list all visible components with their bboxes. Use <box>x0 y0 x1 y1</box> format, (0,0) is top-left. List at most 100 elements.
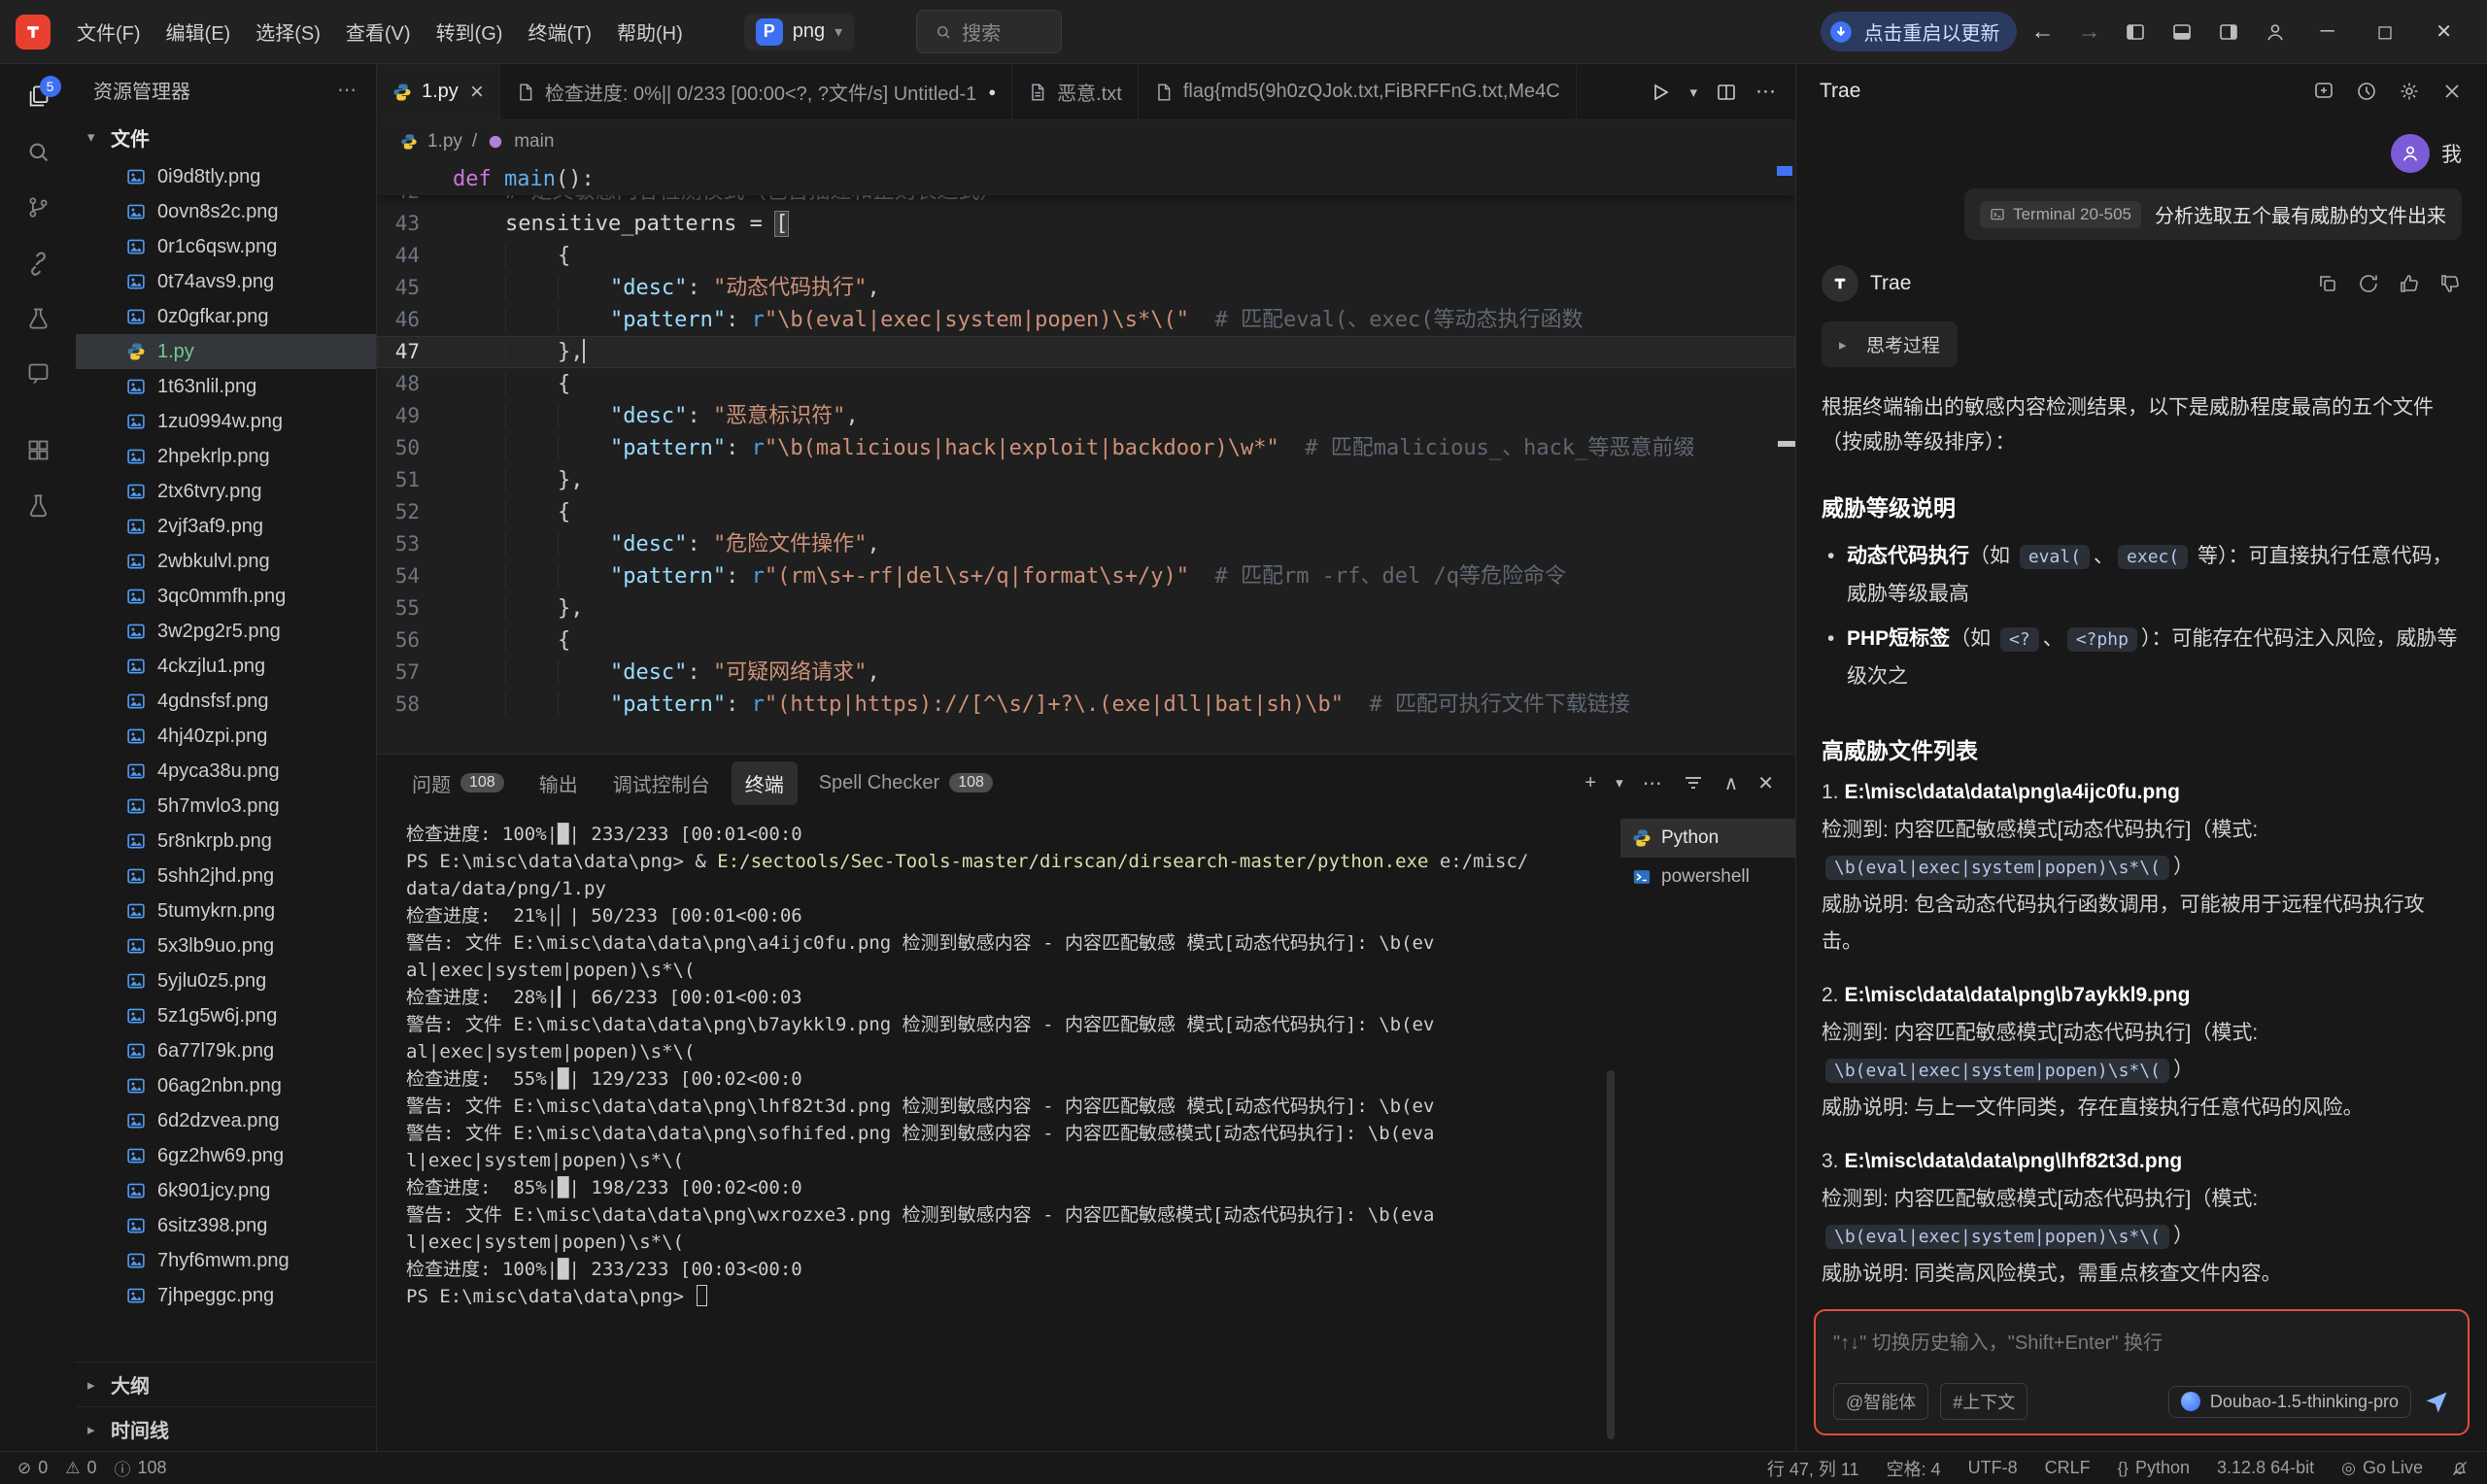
file-item[interactable]: 5x3lb9uo.png <box>76 928 376 963</box>
file-item[interactable]: 0r1c6qsw.png <box>76 229 376 264</box>
terminal-scrollbar[interactable] <box>1607 1070 1615 1439</box>
debug-icon[interactable] <box>25 305 51 331</box>
source-control-icon[interactable] <box>25 194 51 220</box>
restart-to-update-button[interactable]: 点击重启以更新 <box>1821 12 2017 51</box>
code-line[interactable]: 44 { <box>377 240 1795 272</box>
remote-link-icon[interactable] <box>25 250 51 276</box>
menu-item[interactable]: 帮助(H) <box>604 12 696 51</box>
tab-eyi-txt[interactable]: 恶意.txt <box>1012 64 1139 119</box>
chat-input-box[interactable]: "↑↓" 切换历史输入，"Shift+Enter" 换行 @智能体 #上下文 D… <box>1814 1309 2470 1435</box>
file-item[interactable]: 0t74avs9.png <box>76 264 376 299</box>
code-line[interactable]: 49 "desc": "恶意标识符", <box>377 400 1795 432</box>
tab-untitled-1[interactable]: 检查进度: 0%|| 0/233 [00:00<?, ?文件/s] Untitl… <box>500 64 1012 119</box>
close-icon[interactable]: × <box>470 81 484 104</box>
file-item[interactable]: 3qc0mmfh.png <box>76 579 376 614</box>
history-icon[interactable] <box>2355 80 2378 103</box>
section-outline[interactable]: ▸ 大纲 <box>76 1362 376 1406</box>
breadcrumb-file[interactable]: 1.py <box>427 131 462 152</box>
gear-icon[interactable] <box>2398 80 2421 103</box>
file-item[interactable]: 1t63nlil.png <box>76 369 376 404</box>
file-item[interactable]: 6a77l79k.png <box>76 1033 376 1068</box>
panel-tab[interactable]: 调试控制台 <box>599 761 724 805</box>
code-line[interactable]: 50 "pattern": r"\b(malicious|hack|exploi… <box>377 432 1795 464</box>
braces-status[interactable]: {}Python <box>2118 1458 2190 1478</box>
forward-button[interactable]: → <box>2067 13 2110 51</box>
toggle-bottom-panel-icon[interactable] <box>2161 15 2203 50</box>
run-button[interactable] <box>1649 81 1672 104</box>
file-item[interactable]: 4hj40zpi.png <box>76 719 376 754</box>
warning-status[interactable]: ⚠0 <box>65 1458 96 1478</box>
file-item[interactable]: 4gdnsfsf.png <box>76 684 376 719</box>
error-status[interactable]: ⊘0 <box>17 1458 48 1478</box>
file-item[interactable]: 06ag2nbn.png <box>76 1068 376 1103</box>
menu-item[interactable]: 编辑(E) <box>153 12 244 51</box>
file-item[interactable]: 4ckzjlu1.png <box>76 649 376 684</box>
run-dropdown-icon[interactable]: ▾ <box>1689 84 1697 101</box>
status-item[interactable]: 3.12.8 64-bit <box>2217 1458 2314 1478</box>
breadcrumb-symbol[interactable]: main <box>514 131 554 152</box>
tab-1py[interactable]: 1.py × <box>377 64 500 119</box>
file-item[interactable]: 2hpekrlp.png <box>76 439 376 474</box>
toggle-right-sidebar-icon[interactable] <box>2207 15 2250 50</box>
terminal-session-powershell[interactable]: powershell <box>1620 858 1795 896</box>
panel-tab[interactable]: 终端 <box>732 761 798 805</box>
file-item[interactable]: 6d2dzvea.png <box>76 1103 376 1138</box>
file-item[interactable]: 5shh2jhd.png <box>76 859 376 894</box>
file-item[interactable]: 1zu0994w.png <box>76 404 376 439</box>
file-item[interactable]: 6gz2hw69.png <box>76 1138 376 1173</box>
close-panel-icon[interactable]: ✕ <box>1757 771 1774 795</box>
menu-item[interactable]: 选择(S) <box>243 12 333 51</box>
code-line[interactable]: 54 "pattern": r"(rm\s+-rf|del\s+/q|forma… <box>377 560 1795 592</box>
code-line[interactable]: 46 "pattern": r"\b(eval|exec|system|pope… <box>377 304 1795 336</box>
chat-view-icon[interactable] <box>25 360 51 387</box>
file-item[interactable]: 5z1g5w6j.png <box>76 998 376 1033</box>
context-chip[interactable]: #上下文 <box>1940 1383 2027 1420</box>
code-line[interactable]: 47 }, <box>377 336 1795 368</box>
panel-tab[interactable]: Spell Checker108 <box>805 764 1006 802</box>
breadcrumb[interactable]: 1.py / main <box>377 120 1795 163</box>
status-item[interactable]: 行 47, 列 11 <box>1767 1456 1859 1481</box>
code-line[interactable]: 48 { <box>377 368 1795 400</box>
new-terminal-button[interactable]: + <box>1584 772 1596 794</box>
menu-item[interactable]: 查看(V) <box>333 12 424 51</box>
thumbs-up-icon[interactable] <box>2398 272 2421 295</box>
code-line[interactable]: 45 "desc": "动态代码执行", <box>377 272 1795 304</box>
regenerate-icon[interactable] <box>2357 272 2380 295</box>
maximize-button[interactable]: ◻ <box>2358 16 2413 48</box>
panel-tab[interactable]: 输出 <box>526 761 592 805</box>
menu-item[interactable]: 文件(F) <box>64 12 153 51</box>
file-item[interactable]: 1.py <box>76 334 376 369</box>
split-editor-icon[interactable] <box>1715 81 1738 104</box>
menu-item[interactable]: 终端(T) <box>515 12 604 51</box>
maximize-panel-icon[interactable]: ∧ <box>1724 771 1739 795</box>
section-files[interactable]: ▾ 文件 <box>76 115 376 159</box>
more-actions-icon[interactable]: ⋯ <box>337 78 358 102</box>
code-line[interactable]: 53 "desc": "危险文件操作", <box>377 528 1795 560</box>
close-icon[interactable] <box>2440 80 2464 103</box>
panel-tab[interactable]: 问题108 <box>398 761 518 805</box>
code-line[interactable]: 56 { <box>377 624 1795 657</box>
code-line[interactable]: 52 { <box>377 496 1795 528</box>
search-icon[interactable] <box>25 139 51 165</box>
new-chat-icon[interactable] <box>2312 80 2335 103</box>
broadcast-status[interactable]: ◎Go Live <box>2341 1458 2423 1478</box>
terminal-context-badge[interactable]: Terminal 20-505 <box>1980 201 2141 228</box>
file-item[interactable]: 2vjf3af9.png <box>76 509 376 544</box>
file-item[interactable]: 2tx6tvry.png <box>76 474 376 509</box>
file-item[interactable]: 5yjlu0z5.png <box>76 963 376 998</box>
file-item[interactable]: 0z0gfkar.png <box>76 299 376 334</box>
more-actions-icon[interactable]: ⋯ <box>1643 771 1662 795</box>
code-line[interactable]: 51 }, <box>377 464 1795 496</box>
file-item[interactable]: 7jhpeggc.png <box>76 1278 376 1313</box>
terminal-output[interactable]: 检查进度: 100%|█| 233/233 [00:01<00:0PS E:\m… <box>377 811 1620 1451</box>
file-item[interactable]: 4pyca38u.png <box>76 754 376 789</box>
send-button[interactable] <box>2423 1388 2450 1415</box>
explorer-icon[interactable]: 5 <box>25 84 51 110</box>
close-button[interactable]: ✕ <box>2416 16 2471 48</box>
file-item[interactable]: 5tumykrn.png <box>76 894 376 928</box>
file-item[interactable]: 2wbkulvl.png <box>76 544 376 579</box>
info-status[interactable]: ⓘ108 <box>115 1456 167 1480</box>
more-actions-icon[interactable]: ⋯ <box>1755 80 1776 104</box>
terminal-dropdown-icon[interactable]: ▾ <box>1616 774 1623 792</box>
tab-flag-txt[interactable]: flag{md5(9h0zQJok.txt,FiBRFFnG.txt,Me4C <box>1139 64 1577 119</box>
